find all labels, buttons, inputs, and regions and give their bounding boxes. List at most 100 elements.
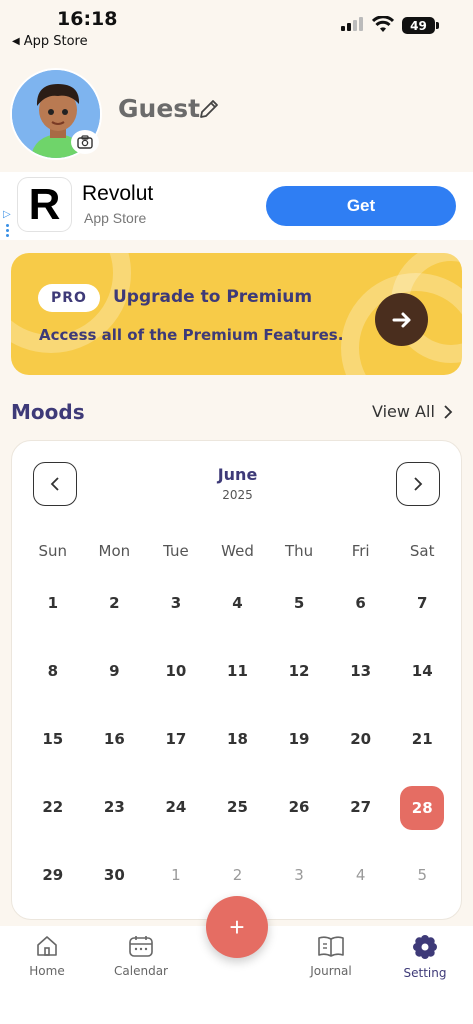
back-to-app-store[interactable]: ◀ App Store (12, 34, 88, 49)
calendar-day[interactable]: 26 (268, 786, 330, 854)
chevron-right-icon (414, 477, 423, 491)
calendar-day[interactable]: 9 (84, 650, 146, 718)
calendar-day-number: 24 (165, 798, 187, 816)
ad-store-label: App Store (84, 210, 147, 226)
pro-badge: PRO (38, 284, 100, 312)
premium-arrow-button[interactable] (375, 293, 428, 346)
calendar-day-number: 12 (288, 662, 310, 680)
calendar-day-number: 20 (350, 730, 372, 748)
calendar-day[interactable]: 15 (22, 718, 84, 786)
back-app-label: App Store (23, 34, 88, 49)
calendar-day-number: 4 (355, 866, 366, 884)
calendar-day-number: 19 (288, 730, 310, 748)
journal-icon (318, 936, 344, 957)
calendar-day[interactable]: 30 (84, 854, 146, 922)
calendar-day[interactable]: 2 (84, 582, 146, 650)
home-icon (37, 936, 57, 956)
calendar-day[interactable]: 14 (391, 650, 453, 718)
calendar-day-number: 9 (109, 662, 120, 680)
ad-app-logo: R (18, 178, 71, 231)
calendar-day[interactable]: 20 (330, 718, 392, 786)
calendar-day-number: 6 (355, 594, 366, 612)
next-month-button[interactable] (396, 462, 440, 506)
view-all-link[interactable]: View All (372, 402, 453, 421)
weekday-header: Sun Mon Tue Wed Thu Fri Sat (22, 542, 453, 560)
camera-icon (77, 135, 93, 149)
tab-calendar-label: Calendar (114, 964, 168, 978)
calendar-day[interactable]: 23 (84, 786, 146, 854)
tab-home[interactable]: Home (7, 934, 87, 978)
change-photo-button[interactable] (71, 130, 99, 154)
gear-icon (413, 935, 437, 959)
calendar-day[interactable]: 1 (22, 582, 84, 650)
calendar-day[interactable]: 4 (207, 582, 269, 650)
calendar-day-number: 16 (103, 730, 125, 748)
calendar-day[interactable]: 17 (145, 718, 207, 786)
ad-banner[interactable]: ▷ R Revolut App Store Get (0, 172, 473, 240)
calendar-day-number: 23 (103, 798, 125, 816)
weekday-label: Fri (351, 542, 370, 560)
calendar-icon (129, 936, 153, 957)
calendar-day-number: 26 (288, 798, 310, 816)
calendar-day-next-month[interactable]: 3 (268, 854, 330, 922)
calendar-day-number: 18 (227, 730, 248, 748)
premium-subtitle: Access all of the Premium Features. (39, 326, 344, 344)
view-all-label: View All (372, 402, 435, 421)
calendar-day[interactable]: 3 (145, 582, 207, 650)
tab-setting[interactable]: Setting (385, 934, 465, 980)
calendar-day-number: 2 (232, 866, 243, 884)
calendar-day-number: 27 (350, 798, 372, 816)
calendar-day-next-month[interactable]: 5 (391, 854, 453, 922)
calendar-day[interactable]: 24 (145, 786, 207, 854)
calendar-day[interactable]: 13 (330, 650, 392, 718)
calendar-day[interactable]: 29 (22, 854, 84, 922)
add-mood-button[interactable]: + (206, 896, 268, 958)
tab-setting-label: Setting (403, 966, 447, 980)
tab-journal[interactable]: Journal (291, 934, 371, 978)
tab-journal-label: Journal (310, 964, 352, 978)
calendar-day-number: 28 (400, 786, 445, 830)
calendar-day-number: 25 (227, 798, 248, 816)
calendar-day-number: 8 (47, 662, 58, 680)
calendar-day-number: 3 (170, 594, 182, 612)
calendar-grid: 1 2 3 4 5 6 7 8 9 10 11 12 13 14 15 16 17 18 19 20 21 22 23 24 2… (22, 582, 453, 922)
ad-choices-icon[interactable]: ▷ (3, 209, 11, 220)
calendar-day-number: 5 (293, 594, 305, 612)
calendar-day[interactable]: 11 (207, 650, 269, 718)
weekday-label: Thu (284, 542, 314, 560)
calendar-day[interactable]: 10 (145, 650, 207, 718)
calendar-day-next-month[interactable]: 4 (330, 854, 392, 922)
ad-more-icon[interactable] (6, 224, 9, 237)
edit-name-pencil-icon[interactable] (198, 98, 220, 120)
calendar-day[interactable]: 6 (330, 582, 392, 650)
calendar-day-number: 29 (42, 866, 64, 884)
ad-get-button[interactable]: Get (266, 186, 456, 226)
calendar-day-today[interactable]: 28 (391, 786, 453, 854)
calendar-day-number: 15 (42, 730, 64, 748)
calendar-day[interactable]: 8 (22, 650, 84, 718)
calendar-day[interactable]: 19 (268, 718, 330, 786)
mood-calendar: June 2025 Sun Mon Tue Wed Thu Fri Sat 12345678… (11, 440, 462, 920)
wifi-icon (372, 16, 394, 32)
tab-calendar[interactable]: Calendar (101, 934, 181, 978)
calendar-day-number: 13 (350, 662, 372, 680)
moods-title: Moods (11, 400, 85, 424)
calendar-day[interactable]: 27 (330, 786, 392, 854)
calendar-day[interactable]: 21 (391, 718, 453, 786)
calendar-day-number: 7 (416, 594, 428, 612)
calendar-day-number: 30 (103, 866, 125, 884)
calendar-day[interactable]: 7 (391, 582, 453, 650)
premium-banner[interactable]: PRO Upgrade to Premium Access all of the… (11, 253, 462, 375)
calendar-day-number: 11 (227, 662, 248, 680)
calendar-day-next-month[interactable]: 1 (145, 854, 207, 922)
back-arrow-icon: ◀ (12, 36, 20, 47)
calendar-day[interactable]: 25 (207, 786, 269, 854)
calendar-day[interactable]: 5 (268, 582, 330, 650)
weekday-label: Mon (98, 542, 131, 560)
calendar-day[interactable]: 16 (84, 718, 146, 786)
calendar-day[interactable]: 18 (207, 718, 269, 786)
calendar-day[interactable]: 22 (22, 786, 84, 854)
calendar-day-number: 4 (232, 594, 243, 612)
weekday-label: Sun (38, 542, 68, 560)
calendar-day[interactable]: 12 (268, 650, 330, 718)
